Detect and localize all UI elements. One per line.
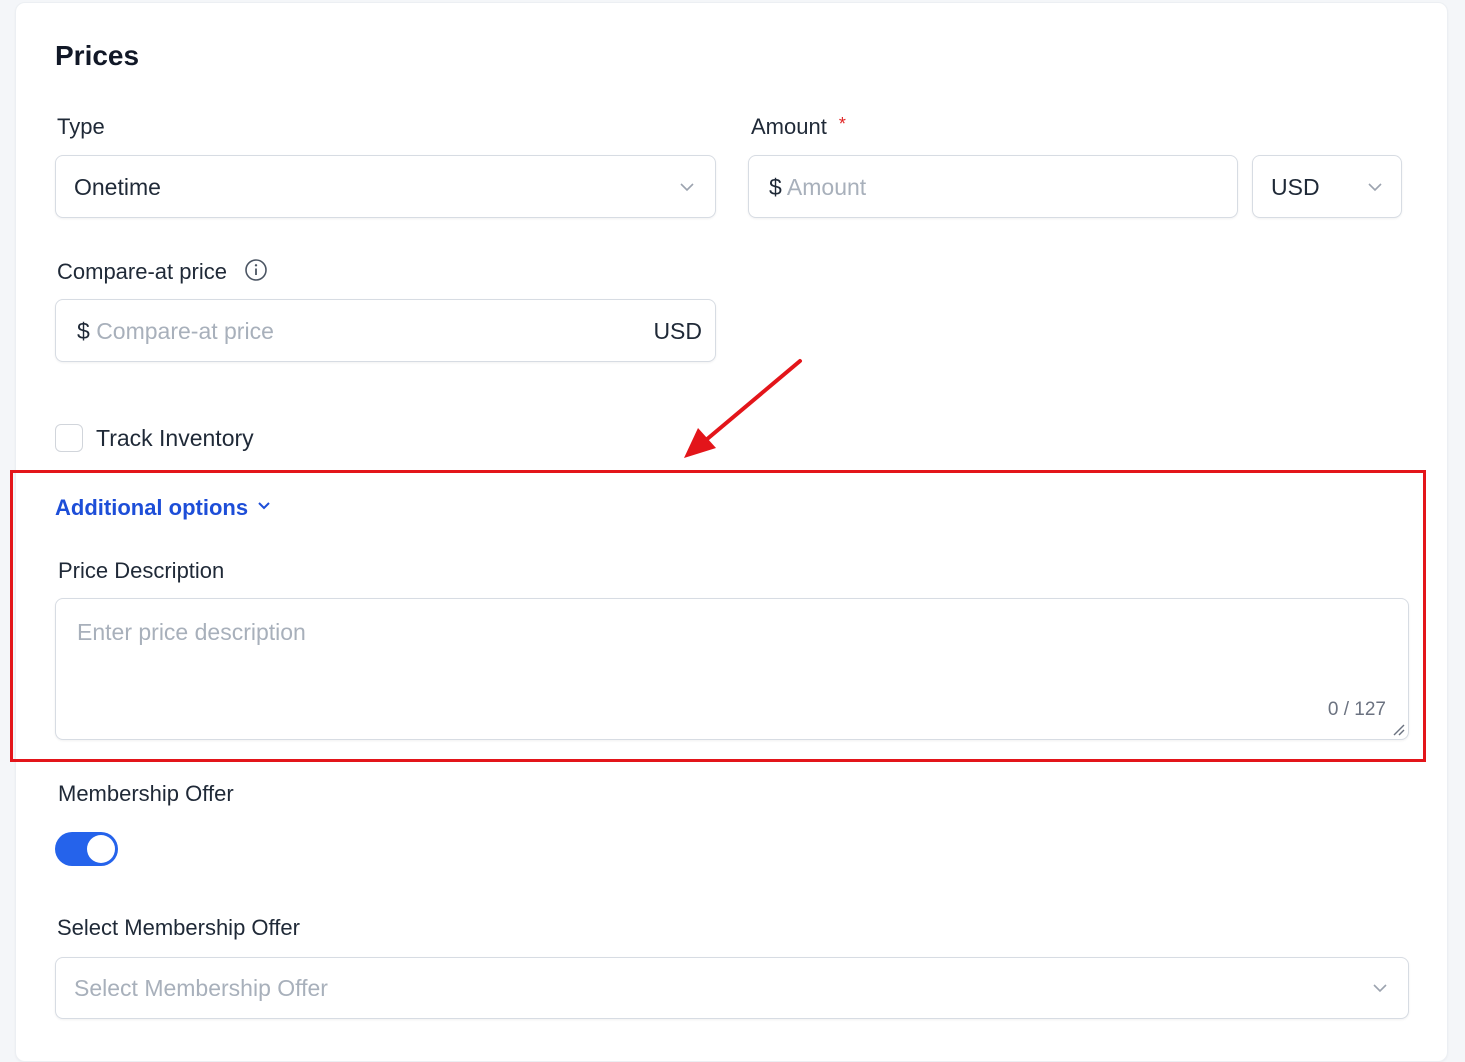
currency-select[interactable]: USD (1252, 155, 1402, 218)
price-description-label: Price Description (58, 558, 225, 583)
compare-currency-suffix: USD (653, 318, 702, 344)
compare-prefix: $ (77, 318, 90, 344)
amount-input-text: $ Amount (769, 174, 866, 201)
type-label: Type (57, 114, 105, 139)
price-description-placeholder: Enter price description (77, 619, 306, 645)
compare-placeholder: Compare-at price (96, 318, 274, 344)
compare-price-input[interactable]: $ Compare-at price USD (55, 299, 716, 362)
resize-handle-icon[interactable] (1390, 721, 1406, 737)
track-inventory-label: Track Inventory (96, 425, 254, 451)
chevron-down-icon (1373, 984, 1387, 993)
currency-select-value: USD (1271, 174, 1320, 200)
type-select-value: Onetime (74, 174, 161, 200)
select-membership-label: Select Membership Offer (57, 915, 300, 940)
amount-input[interactable]: $ Amount (748, 155, 1238, 218)
amount-label-text: Amount (751, 114, 827, 139)
membership-offer-toggle[interactable] (55, 832, 118, 866)
toggle-knob (87, 835, 115, 863)
section-title: Prices (55, 40, 140, 71)
additional-options-toggle[interactable]: Additional options (55, 495, 271, 521)
amount-label: Amount * (751, 114, 846, 140)
track-inventory-checkbox[interactable] (55, 424, 83, 452)
info-icon[interactable] (244, 258, 268, 282)
character-counter: 0 / 127 (1327, 699, 1386, 720)
amount-prefix: $ (769, 174, 782, 200)
additional-options-label: Additional options (55, 495, 249, 520)
chevron-down-icon (1368, 183, 1382, 192)
type-select[interactable]: Onetime (55, 155, 716, 218)
compare-price-label: Compare-at price (57, 259, 227, 284)
chevron-down-icon (680, 183, 694, 192)
membership-offer-placeholder: Select Membership Offer (74, 975, 328, 1001)
price-description-textarea[interactable]: Enter price description 0 / 127 (55, 598, 1409, 740)
amount-placeholder: Amount (786, 174, 867, 200)
chevron-down-icon (257, 502, 270, 510)
membership-offer-label: Membership Offer (58, 781, 234, 806)
required-mark: * (838, 114, 846, 134)
membership-offer-select[interactable]: Select Membership Offer (55, 957, 1409, 1019)
compare-price-input-text: $ Compare-at price (77, 318, 274, 345)
